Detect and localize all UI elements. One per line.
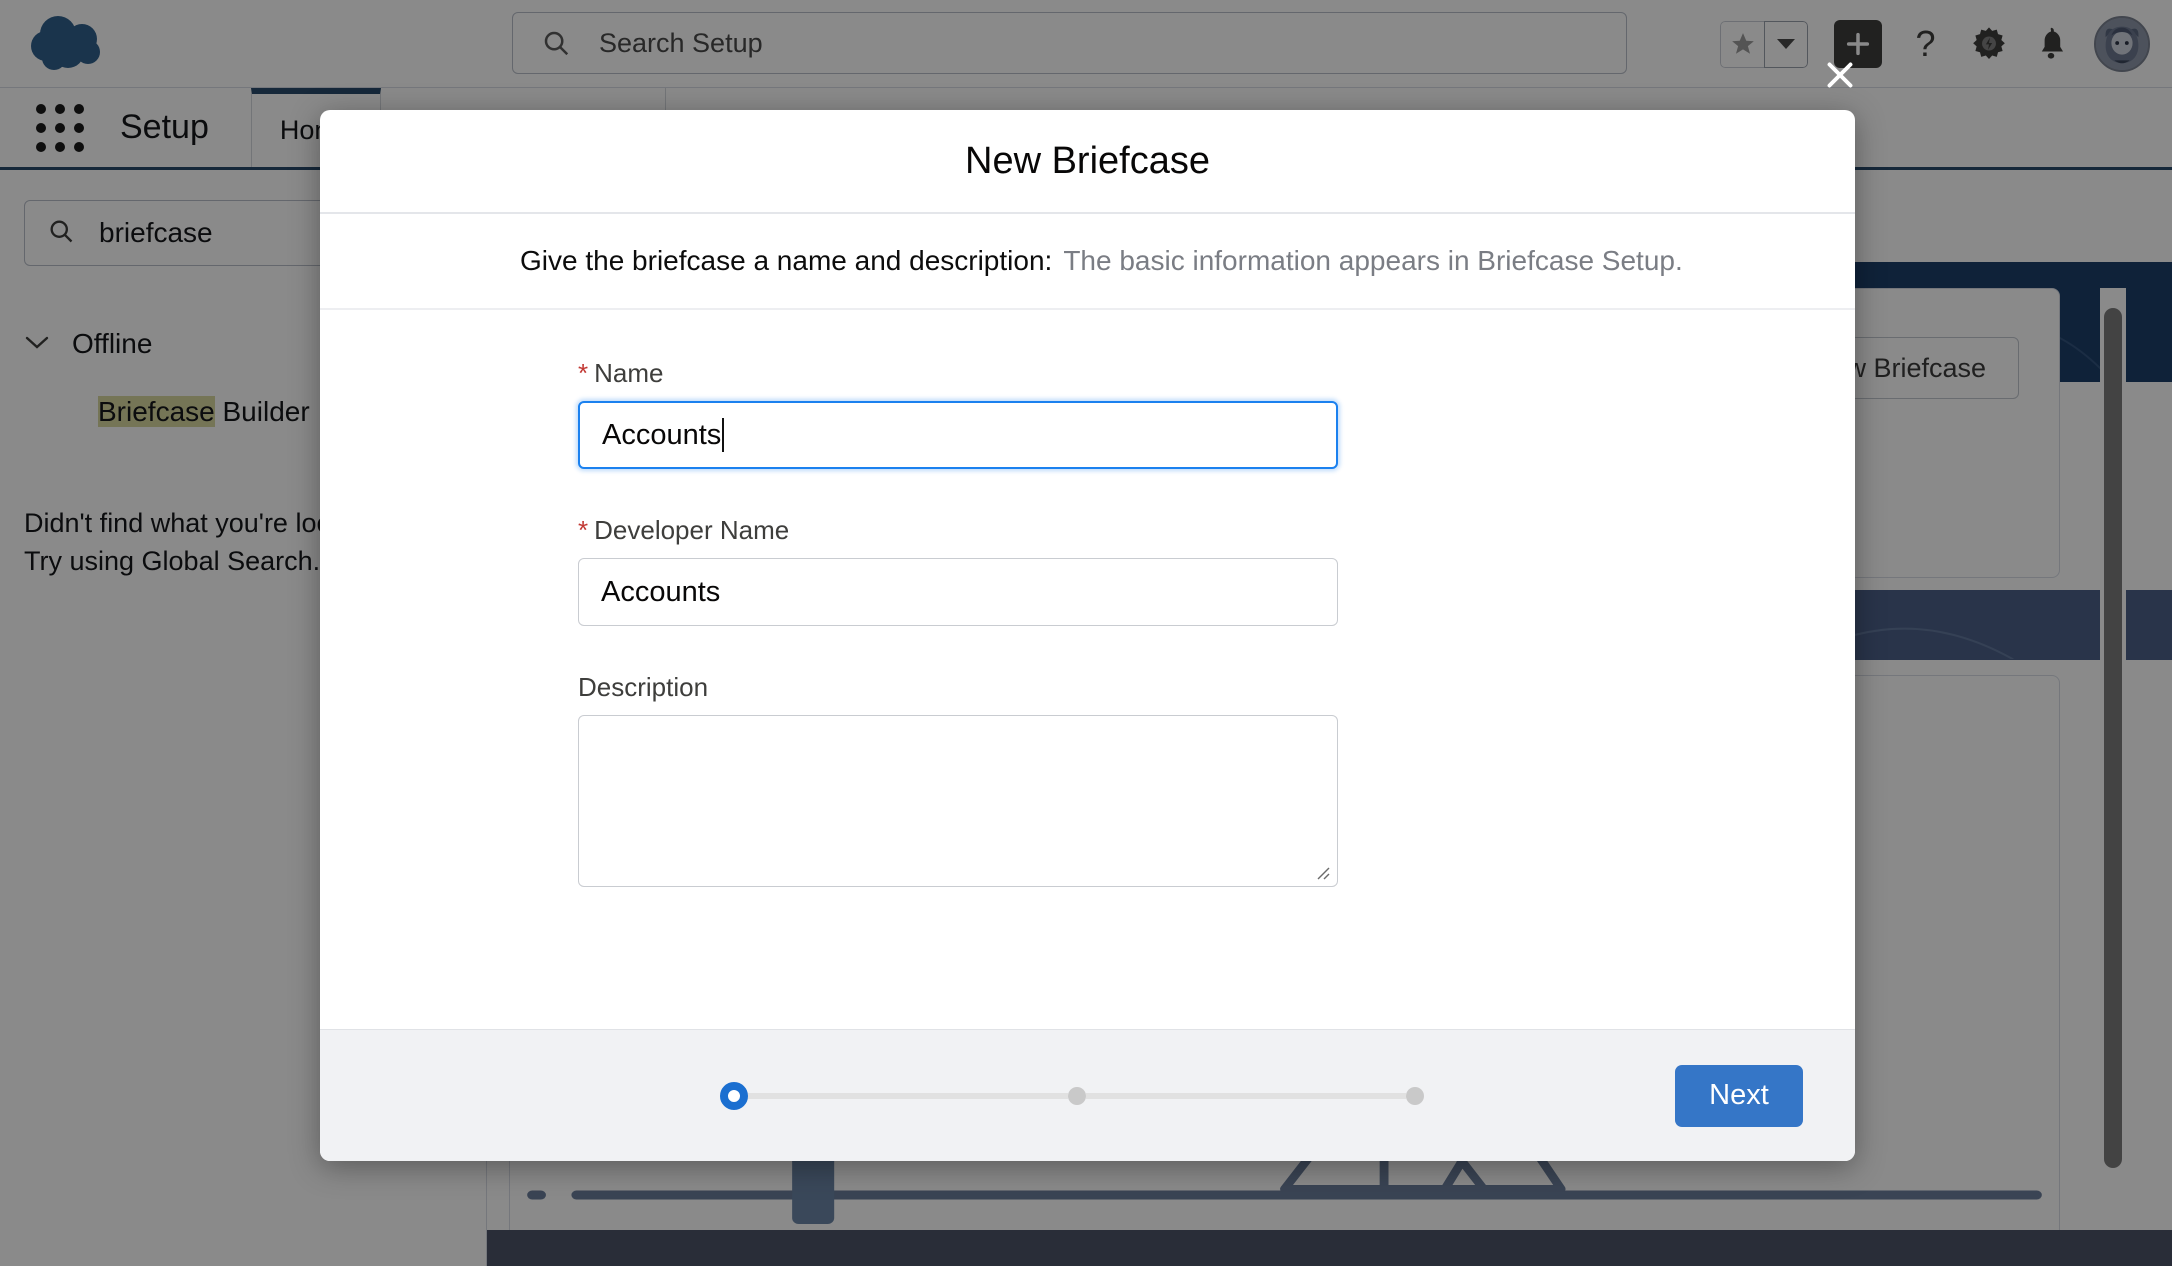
description-textarea[interactable] xyxy=(578,715,1338,887)
favorites-star-icon[interactable] xyxy=(1720,20,1764,68)
global-search-placeholder: Search Setup xyxy=(599,27,763,58)
new-briefcase-form: * Name Accounts * Developer Name Account… xyxy=(578,358,1338,887)
help-icon[interactable]: ? xyxy=(1908,23,1944,65)
modal-footer: Next xyxy=(320,1029,1855,1161)
modal-header: New Briefcase xyxy=(320,110,1855,214)
search-icon xyxy=(47,217,75,250)
progress-line-1 xyxy=(748,1092,1068,1099)
quick-find-value: briefcase xyxy=(99,217,213,248)
description-field-label: Description xyxy=(578,672,709,702)
progress-indicator xyxy=(720,1081,1424,1110)
required-marker: * xyxy=(578,358,589,388)
name-input-value: Accounts xyxy=(602,418,722,451)
modal-title: New Briefcase xyxy=(965,139,1210,182)
progress-step-2[interactable] xyxy=(1068,1086,1086,1105)
app-launcher-waffle-icon[interactable] xyxy=(0,88,120,167)
modal-subheader-strong: Give the briefcase a name and descriptio… xyxy=(520,245,1053,276)
name-field-label-row: * Name xyxy=(578,358,1338,389)
new-briefcase-modal: New Briefcase Give the briefcase a name … xyxy=(320,110,1855,1161)
favorites-dropdown-icon[interactable] xyxy=(1764,20,1808,68)
search-icon xyxy=(541,28,571,58)
developer-name-field-label: Developer Name xyxy=(594,515,790,545)
name-field-label: Name xyxy=(594,358,664,388)
modal-subheader-muted: The basic information appears in Briefca… xyxy=(1063,245,1683,276)
global-search-input[interactable]: Search Setup xyxy=(512,12,1627,74)
required-marker: * xyxy=(578,515,589,545)
setup-title: Setup xyxy=(120,108,209,146)
field-description: Description xyxy=(578,672,1338,887)
global-header-actions: ? xyxy=(1694,8,2150,80)
sidebar-item-label-match: Briefcase xyxy=(98,396,215,427)
sidebar-item-label-rest: Builder xyxy=(214,396,310,427)
field-name: * Name Accounts xyxy=(578,358,1338,469)
progress-step-1[interactable] xyxy=(720,1081,748,1110)
developer-name-field-label-row: * Developer Name xyxy=(578,515,1338,546)
user-avatar[interactable] xyxy=(2094,16,2150,72)
close-icon[interactable] xyxy=(1820,55,1860,95)
field-developer-name: * Developer Name Accounts xyxy=(578,515,1338,626)
modal-body: * Name Accounts * Developer Name Account… xyxy=(320,310,1855,1029)
favorites-group[interactable] xyxy=(1720,20,1808,68)
scrollbar-thumb[interactable] xyxy=(2104,308,2122,1168)
svg-text:?: ? xyxy=(1916,23,1936,64)
next-button[interactable]: Next xyxy=(1675,1064,1803,1127)
salesforce-cloud-logo[interactable] xyxy=(28,14,112,74)
description-field-label-row: Description xyxy=(578,672,1338,703)
chevron-down-icon xyxy=(24,334,50,355)
notifications-bell-icon[interactable] xyxy=(2034,25,2068,63)
name-input[interactable]: Accounts xyxy=(578,401,1338,469)
text-cursor xyxy=(722,418,725,452)
progress-line-2 xyxy=(1086,1092,1406,1099)
sidebar-section-label: Offline xyxy=(72,328,153,359)
developer-name-input[interactable]: Accounts xyxy=(578,558,1338,626)
resize-handle-icon[interactable] xyxy=(1312,862,1330,880)
setup-gear-icon[interactable] xyxy=(1970,25,2008,63)
page-bottom-strip xyxy=(487,1230,2172,1266)
progress-step-3[interactable] xyxy=(1406,1086,1424,1105)
developer-name-input-value: Accounts xyxy=(601,575,721,608)
modal-subheader: Give the briefcase a name and descriptio… xyxy=(320,214,1855,310)
